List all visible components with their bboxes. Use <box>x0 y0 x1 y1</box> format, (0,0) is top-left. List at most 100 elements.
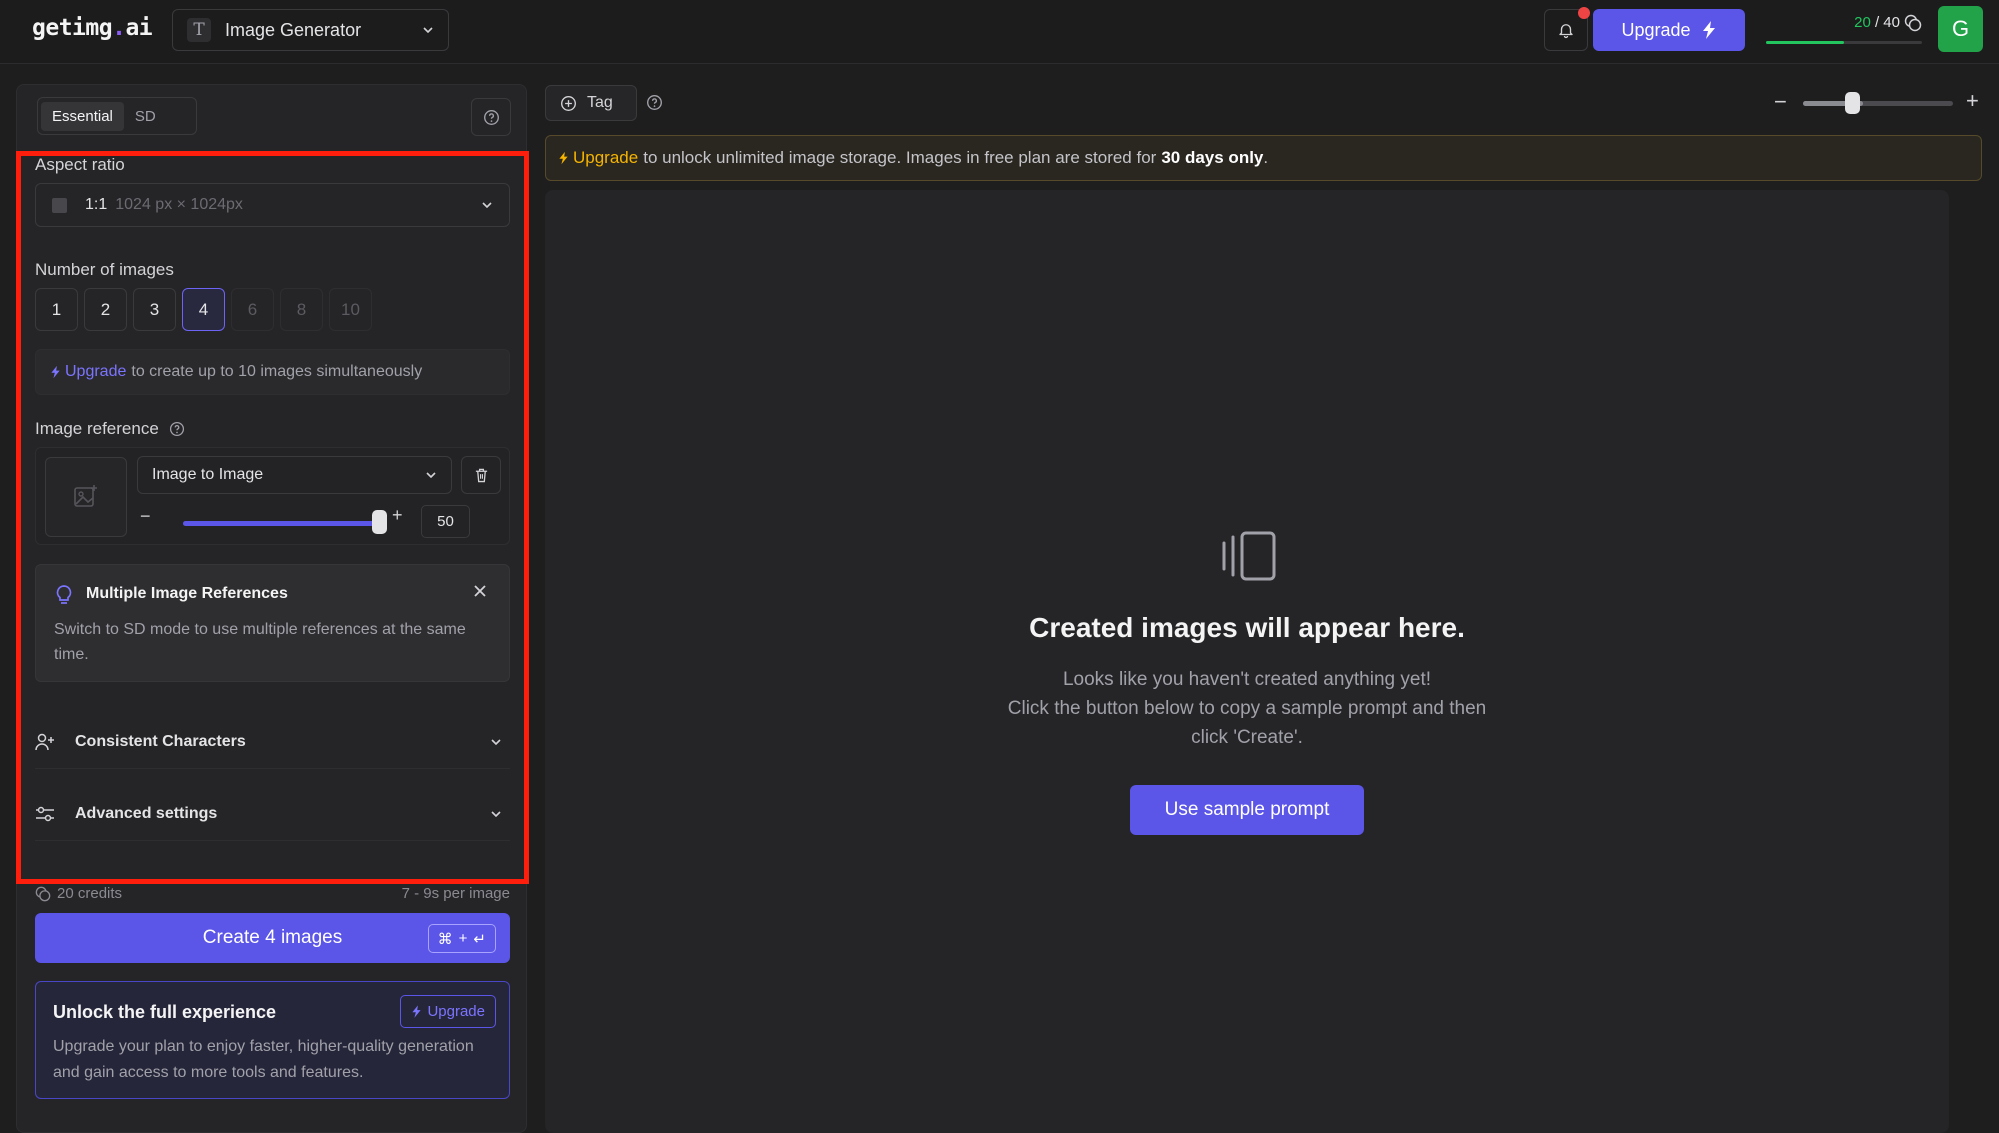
lightning-icon <box>1702 21 1715 39</box>
plus-circle-icon <box>561 95 576 111</box>
strength-increase-button[interactable]: + <box>392 505 403 526</box>
upgrade-button[interactable]: Upgrade <box>1593 9 1745 51</box>
help-icon <box>483 109 499 125</box>
number-of-images-group: 1 2 3 4 6 8 10 <box>35 288 372 331</box>
num-images-6: 6 <box>231 288 274 331</box>
avatar[interactable]: G <box>1938 6 1983 52</box>
help-icon[interactable] <box>646 94 663 111</box>
gallery-icon <box>1222 531 1276 581</box>
banner-end: . <box>1263 148 1269 167</box>
advanced-settings-accordion[interactable]: Advanced settings <box>35 787 510 841</box>
trash-icon <box>475 468 487 483</box>
text-tool-icon: T <box>187 18 211 42</box>
num-images-1[interactable]: 1 <box>35 288 78 331</box>
top-bar: getimg.ai T Image Generator Upgrade 20 /… <box>0 0 1999 64</box>
create-button[interactable]: Create 4 images ⌘ + ↵ <box>35 913 510 963</box>
coin-icon <box>1904 14 1922 32</box>
num-images-4[interactable]: 4 <box>182 288 225 331</box>
create-shortcut-hint: ⌘ + ↵ <box>427 924 496 953</box>
banner-text: to unlock unlimited image storage. Image… <box>643 148 1157 167</box>
notification-dot <box>1578 7 1590 19</box>
sliders-icon <box>35 805 57 823</box>
chevron-down-icon <box>491 810 501 817</box>
bulb-icon <box>56 585 72 604</box>
credits-bar <box>1766 41 1922 44</box>
use-sample-prompt-button[interactable]: Use sample prompt <box>1130 785 1364 835</box>
consistent-characters-label: Consistent Characters <box>75 732 246 750</box>
logo-tail: ai <box>125 15 153 41</box>
credits-count: 20 / 40 <box>1854 14 1900 31</box>
coin-icon <box>35 886 51 901</box>
unlock-upgrade-button[interactable]: Upgrade <box>400 995 496 1028</box>
strength-slider-handle[interactable] <box>372 510 387 534</box>
command-key: ⌘ <box>437 930 453 948</box>
chevron-down-icon <box>426 472 436 479</box>
image-upload-slot[interactable] <box>45 457 127 537</box>
storage-banner: Upgrade to unlock unlimited image storag… <box>545 135 1982 181</box>
create-button-label: Create 4 images <box>202 927 343 948</box>
num-images-3[interactable]: 3 <box>133 288 176 331</box>
unlock-upgrade-label: Upgrade <box>427 1003 485 1020</box>
notifications-button[interactable] <box>1544 7 1590 51</box>
empty-state-title: Created images will appear here. <box>1029 612 1465 643</box>
user-plus-icon <box>35 733 57 751</box>
aspect-ratio-swatch <box>52 197 67 213</box>
aspect-ratio-value: 1:1 <box>85 196 108 213</box>
zoom-out-button[interactable]: − <box>1774 89 1787 115</box>
lightning-icon <box>412 1005 422 1018</box>
credit-cost: 20 credits <box>35 885 122 902</box>
empty-state-line-2: Click the button below to copy a sample … <box>1007 698 1487 719</box>
help-button[interactable] <box>471 98 511 136</box>
aspect-ratio-label: Aspect ratio <box>35 155 125 174</box>
lightning-icon <box>51 365 60 379</box>
bell-icon <box>1559 24 1573 39</box>
unlock-title: Unlock the full experience <box>53 1002 277 1022</box>
results-canvas: Created images will appear here. Looks l… <box>545 190 1949 1133</box>
credits-total: / 40 <box>1874 14 1900 31</box>
multiple-references-tip: Multiple Image References Switch to SD m… <box>35 564 510 682</box>
tag-button[interactable]: Tag <box>545 85 637 121</box>
consistent-characters-accordion[interactable]: Consistent Characters <box>35 715 510 769</box>
num-images-upsell: Upgrade to create up to 10 images simult… <box>35 349 510 395</box>
credits-used: 20 <box>1854 14 1871 31</box>
delete-reference-button[interactable] <box>461 456 501 494</box>
banner-upgrade-link[interactable]: Upgrade <box>573 148 638 168</box>
unlock-card: Unlock the full experience Upgrade Upgra… <box>35 981 510 1099</box>
chevron-down-icon <box>491 738 501 745</box>
credits-meter[interactable]: 20 / 40 <box>1766 14 1922 44</box>
generation-speed: 7 - 9s per image <box>401 885 510 902</box>
tool-selector[interactable]: T Image Generator <box>172 9 449 51</box>
strength-slider-fill <box>183 521 378 526</box>
logo[interactable]: getimg.ai <box>32 15 153 41</box>
strength-value-input[interactable]: 50 <box>421 505 470 538</box>
lightning-icon <box>559 151 568 165</box>
num-images-10: 10 <box>329 288 372 331</box>
tool-selector-label: Image Generator <box>225 19 362 40</box>
logo-dot: . <box>112 15 126 41</box>
reference-mode-select[interactable]: Image to Image <box>137 456 452 494</box>
chevron-down-icon <box>423 27 433 34</box>
empty-state-body: Looks like you haven't created anything … <box>545 665 1949 752</box>
strength-decrease-button[interactable]: − <box>140 506 151 527</box>
zoom-slider-handle[interactable] <box>1845 92 1860 114</box>
strength-slider-track[interactable] <box>183 521 381 526</box>
generation-panel: Essential SD Aspect ratio 1:1 1024 px × … <box>16 84 527 1133</box>
credits-bar-fill <box>1766 41 1844 44</box>
logo-main: getimg <box>32 15 113 41</box>
num-images-8: 8 <box>280 288 323 331</box>
tip-title: Multiple Image References <box>86 585 288 602</box>
tab-essential[interactable]: Essential <box>41 101 124 131</box>
close-icon[interactable] <box>472 583 488 599</box>
image-reference-label: Image reference <box>35 419 159 438</box>
zoom-in-button[interactable]: + <box>1966 88 1979 114</box>
zoom-slider-track[interactable] <box>1803 101 1953 106</box>
shortcut-plus: + <box>458 930 468 947</box>
num-images-2[interactable]: 2 <box>84 288 127 331</box>
tip-body: Switch to SD mode to use multiple refere… <box>54 621 466 663</box>
aspect-ratio-select[interactable]: 1:1 1024 px × 1024px <box>35 183 510 227</box>
enter-key: ↵ <box>473 930 486 948</box>
upsell-upgrade-link[interactable]: Upgrade <box>65 363 126 381</box>
chevron-down-icon <box>482 202 492 209</box>
help-icon[interactable] <box>169 421 185 437</box>
tab-sd[interactable]: SD <box>124 102 167 131</box>
